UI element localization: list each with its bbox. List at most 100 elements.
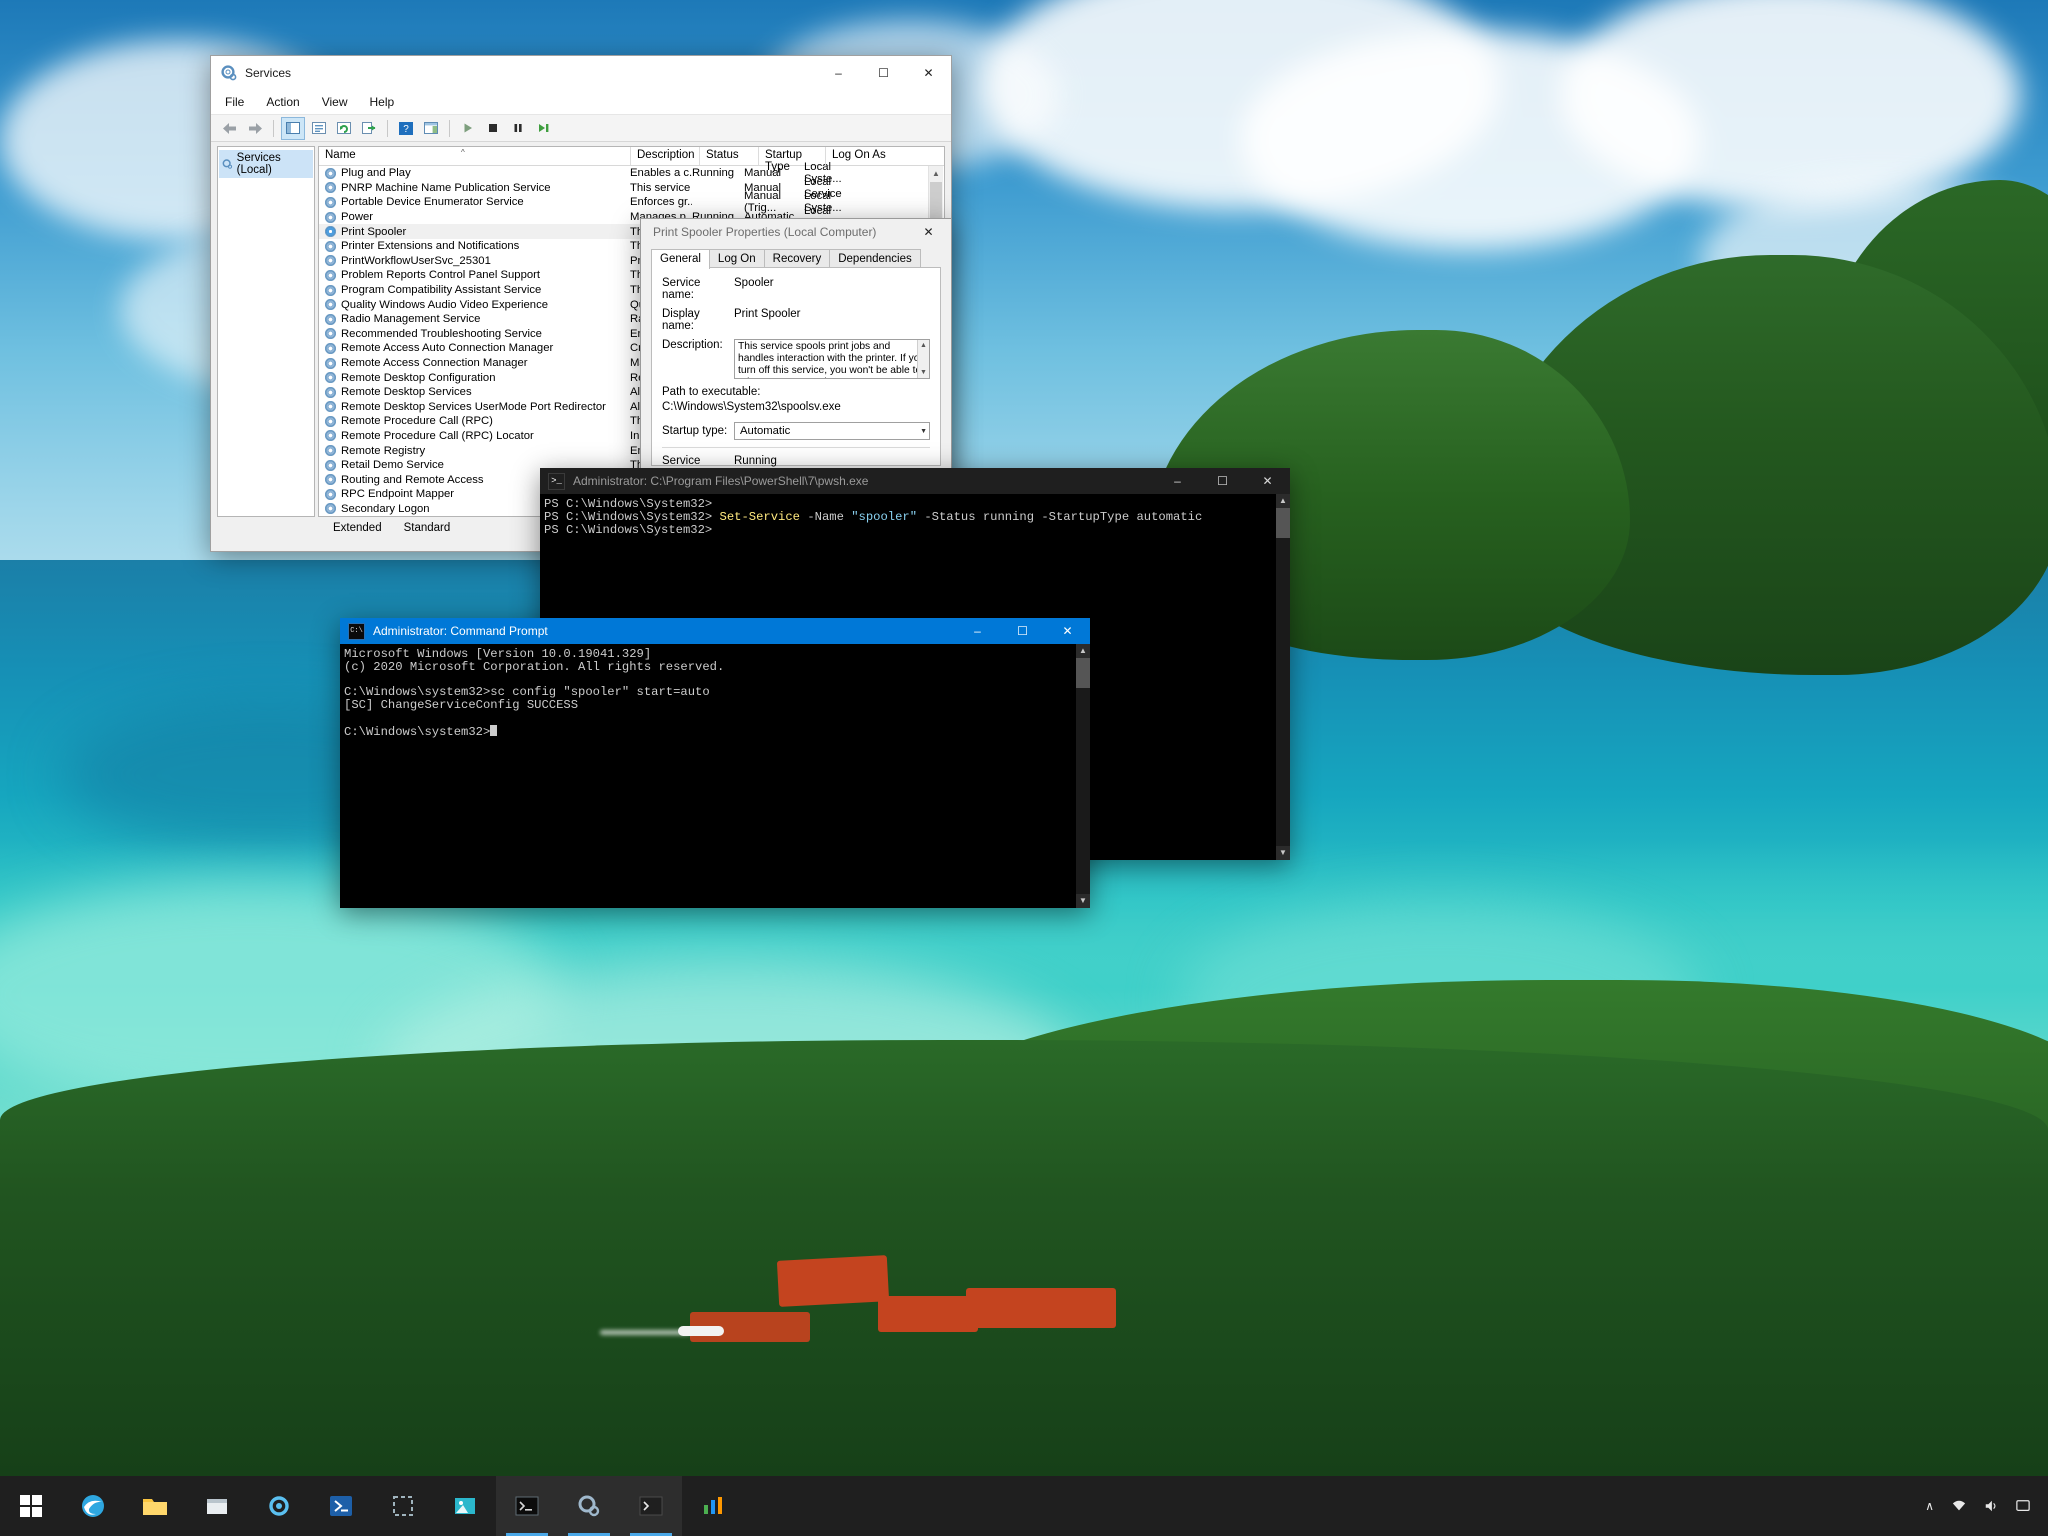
powershell-title-bar[interactable]: >_ Administrator: C:\Program Files\Power… (540, 468, 1290, 494)
close-button[interactable]: ✕ (1045, 616, 1090, 646)
volume-icon[interactable] (1984, 1499, 1998, 1513)
scroll-up-icon[interactable]: ▲ (918, 340, 929, 351)
back-arrow-icon[interactable] (219, 118, 241, 139)
scroll-up-button[interactable]: ▲ (1076, 644, 1090, 658)
cell-name: Recommended Troubleshooting Service (319, 328, 630, 340)
cmd-title-bar[interactable]: C:\ Administrator: Command Prompt – ☐ ✕ (340, 618, 1090, 644)
start-service-icon[interactable] (457, 118, 479, 139)
scroll-down-button[interactable]: ▼ (1276, 846, 1290, 860)
service-gear-icon (325, 372, 336, 384)
maximize-button[interactable]: ☐ (861, 58, 906, 88)
scroll-up-button[interactable]: ▲ (1276, 494, 1290, 508)
scroll-down-button[interactable]: ▼ (1076, 894, 1090, 908)
tab-log-on[interactable]: Log On (708, 249, 765, 269)
startup-type-select[interactable]: Automatic ▼ (734, 422, 930, 440)
toolbar-separator (273, 119, 274, 137)
view-tab-standard[interactable]: Standard (391, 521, 461, 535)
maximize-button[interactable]: ☐ (1200, 466, 1245, 496)
service-gear-icon (325, 401, 336, 413)
minimize-button[interactable]: – (816, 58, 861, 88)
scroll-down-icon[interactable]: ▼ (918, 367, 929, 378)
notification-icon[interactable] (2016, 1499, 2030, 1513)
menu-item-view[interactable]: View (322, 95, 348, 109)
tree-node-label: Services (Local) (236, 152, 281, 176)
tree-node-services-local[interactable]: Services (Local) (219, 150, 313, 178)
properties-icon[interactable] (308, 118, 330, 139)
powershell-window-controls: – ☐ ✕ (1155, 466, 1290, 496)
view-tab-extended[interactable]: Extended (321, 521, 392, 535)
minimize-button[interactable]: – (955, 616, 1000, 646)
show-console-tree-icon[interactable] (420, 118, 442, 139)
column-header-name[interactable]: Name ^ (319, 147, 631, 165)
cmd-console-output[interactable]: Microsoft Windows [Version 10.0.19041.32… (340, 644, 1090, 908)
cmd-button[interactable] (496, 1476, 558, 1536)
edge-button[interactable] (62, 1476, 124, 1536)
cell-name: Remote Access Connection Manager (319, 357, 630, 369)
boat (678, 1326, 724, 1336)
network-icon[interactable] (1952, 1499, 1966, 1513)
pause-service-icon[interactable] (507, 118, 529, 139)
print-spooler-properties-dialog[interactable]: Print Spooler Properties (Local Computer… (640, 218, 952, 510)
column-header-description[interactable]: Description (631, 147, 700, 165)
scroll-up-button[interactable]: ▲ (929, 166, 943, 180)
settings-gear-button[interactable] (248, 1476, 310, 1536)
cell-name: Radio Management Service (319, 313, 630, 325)
export-list-icon[interactable] (358, 118, 380, 139)
menu-item-file[interactable]: File (225, 95, 244, 109)
file-explorer-button[interactable] (124, 1476, 186, 1536)
service-name-value: Spooler (734, 277, 774, 289)
powershell-button[interactable] (310, 1476, 372, 1536)
divider (662, 447, 930, 448)
services-gear-icon (221, 65, 237, 81)
properties-close-button[interactable]: ✕ (906, 217, 951, 247)
forward-arrow-icon[interactable] (244, 118, 266, 139)
chevron-down-icon[interactable]: ▼ (920, 428, 927, 435)
menu-item-action[interactable]: Action (266, 95, 299, 109)
scrollbar-thumb[interactable] (1076, 658, 1090, 688)
terminal-button[interactable] (620, 1476, 682, 1536)
cmd-scrollbar[interactable]: ▲ ▼ (1076, 644, 1090, 908)
services-menu-bar: File Action View Help (211, 90, 951, 115)
menu-item-help[interactable]: Help (370, 95, 395, 109)
services-button[interactable] (558, 1476, 620, 1536)
column-header-startup-type[interactable]: Startup Type (759, 147, 826, 173)
column-header-log-on-as[interactable]: Log On As (826, 147, 892, 165)
tab-general[interactable]: General (651, 249, 710, 269)
cell-name: Plug and Play (319, 167, 630, 179)
minimize-button[interactable]: – (1155, 466, 1200, 496)
store-icon (207, 1499, 227, 1514)
services-tree-pane[interactable]: Services (Local) (217, 146, 315, 517)
close-button[interactable]: ✕ (1245, 466, 1290, 496)
description-scrollbar[interactable]: ▲ ▼ (917, 340, 929, 378)
tray-chevron-icon[interactable]: ∧ (1925, 1499, 1934, 1513)
stop-service-icon[interactable] (482, 118, 504, 139)
service-name-text: Quality Windows Audio Video Experience (341, 298, 549, 311)
tab-recovery[interactable]: Recovery (763, 249, 831, 269)
restart-service-icon[interactable] (532, 118, 554, 139)
powershell-scrollbar[interactable]: ▲ ▼ (1276, 494, 1290, 860)
terminal-icon (639, 1496, 663, 1516)
taskbar[interactable]: ∧ (0, 1476, 2048, 1536)
command-prompt-window[interactable]: C:\ Administrator: Command Prompt – ☐ ✕ … (340, 618, 1090, 908)
services-title-bar[interactable]: Services – ☐ ✕ (211, 56, 951, 90)
help-icon[interactable]: ? (395, 118, 417, 139)
close-button[interactable]: ✕ (906, 58, 951, 88)
tab-dependencies[interactable]: Dependencies (829, 249, 921, 269)
cmd-window-controls: – ☐ ✕ (955, 616, 1090, 646)
show-hide-tree-icon[interactable] (281, 116, 305, 140)
refresh-icon[interactable] (333, 118, 355, 139)
snip-button[interactable] (372, 1476, 434, 1536)
scrollbar-thumb[interactable] (1276, 508, 1290, 538)
photos-button[interactable] (434, 1476, 496, 1536)
snip-icon (393, 1496, 413, 1516)
cell-name: Print Spooler (319, 226, 630, 238)
chart-button[interactable] (682, 1476, 744, 1536)
maximize-button[interactable]: ☐ (1000, 616, 1045, 646)
service-name-text: Remote Desktop Configuration (341, 371, 496, 384)
column-header-status[interactable]: Status (700, 147, 759, 165)
description-textarea[interactable]: This service spools print jobs and handl… (734, 339, 930, 379)
service-gear-icon (325, 430, 336, 442)
start-button[interactable] (0, 1476, 62, 1536)
properties-title-bar[interactable]: Print Spooler Properties (Local Computer… (641, 219, 951, 245)
microsoft-store-button[interactable] (186, 1476, 248, 1536)
